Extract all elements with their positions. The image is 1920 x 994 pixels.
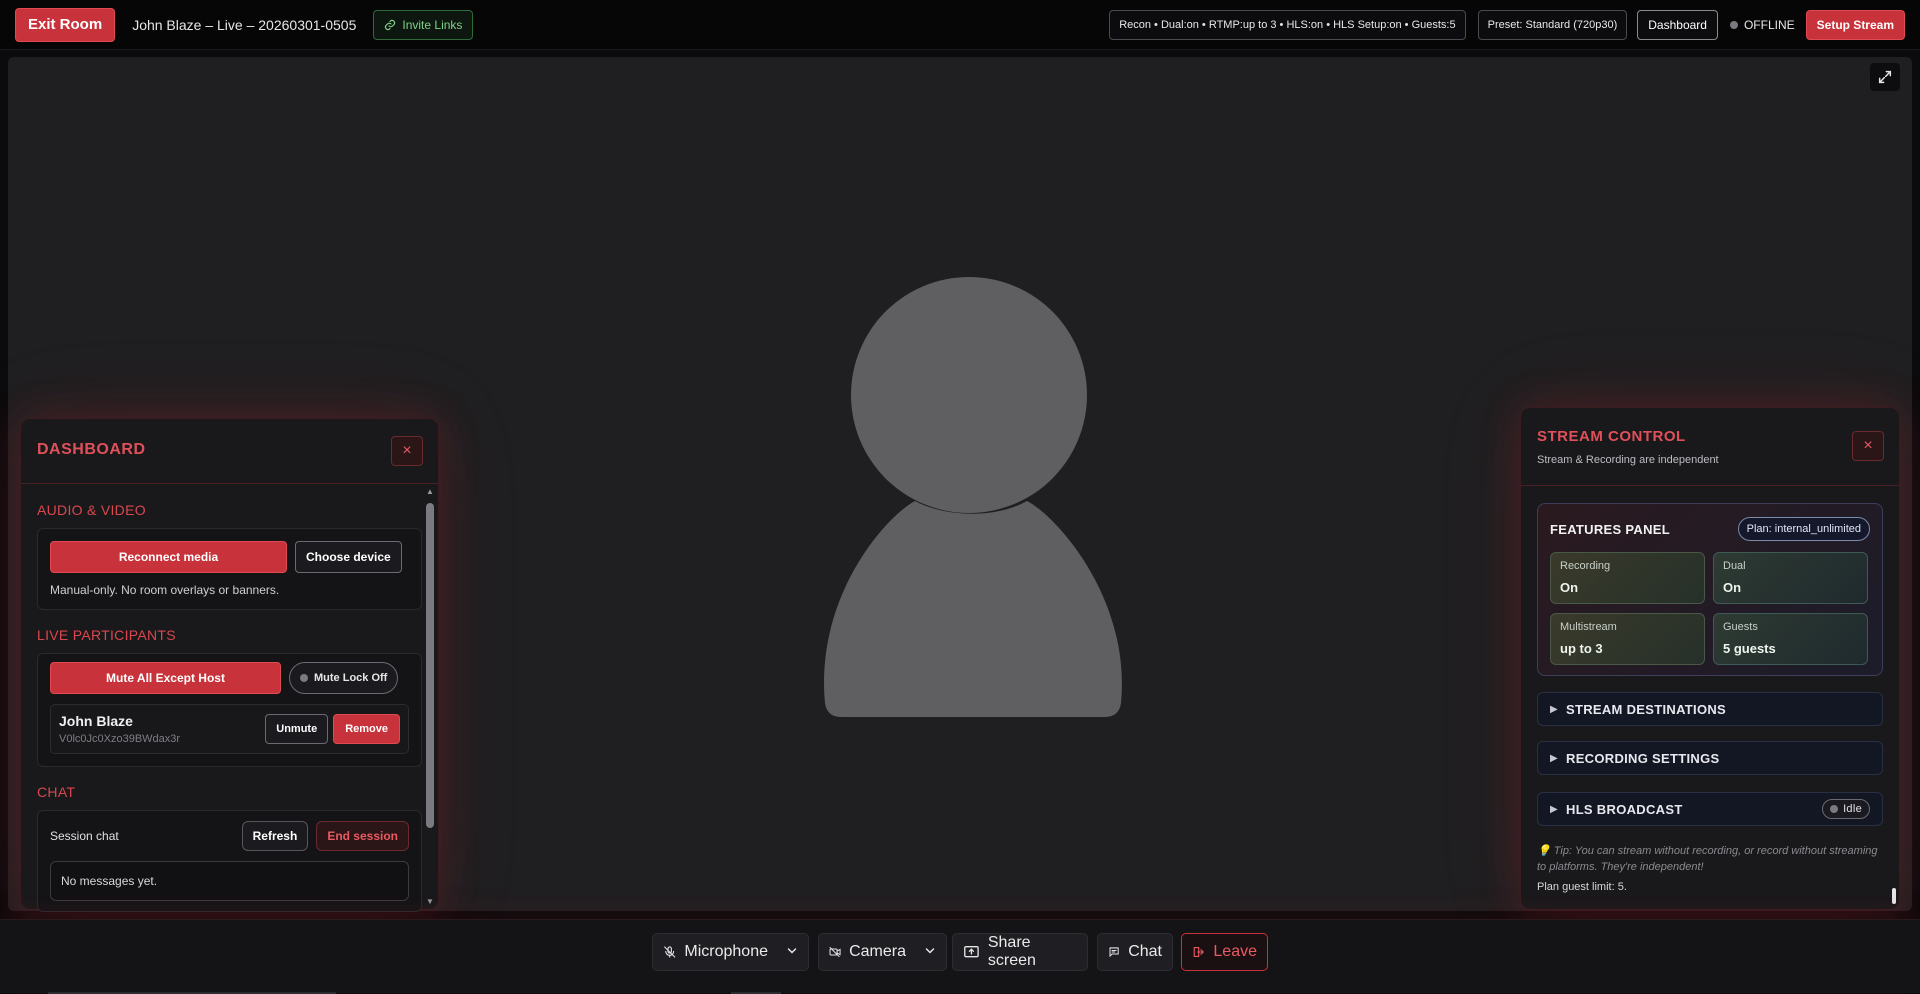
chat-refresh-button[interactable]: Refresh: [241, 821, 309, 851]
dashboard-scroll-thumb[interactable]: [426, 503, 434, 828]
chat-icon: [1109, 947, 1119, 958]
hls-status-badge: Idle: [1822, 799, 1870, 819]
stream-status-label: OFFLINE: [1743, 17, 1795, 32]
choose-device-button[interactable]: Choose device: [295, 541, 402, 573]
features-panel: FEATURES PANEL Plan: internal_unlimited …: [1537, 503, 1883, 676]
invite-links-button[interactable]: Invite Links: [373, 9, 474, 40]
features-summary-badge: Recon • Dual:on • RTMP:up to 3 • HLS:on …: [1109, 9, 1466, 40]
plan-badge: Plan: internal_unlimited: [1737, 517, 1870, 541]
camera-off-icon: [829, 946, 841, 958]
end-session-button[interactable]: End session: [316, 821, 409, 851]
participant-id: V0lc0Jc0Xzo39BWdax3r: [59, 733, 181, 745]
preset-badge[interactable]: Preset: Standard (720p30): [1477, 9, 1628, 40]
media-controls-bar: Microphone Camera Share screen Chat Leav…: [0, 919, 1920, 994]
feature-guests: Guests 5 guests: [1713, 613, 1868, 665]
leave-label: Leave: [1213, 943, 1257, 960]
hls-broadcast-toggle[interactable]: ▶ HLS BROADCAST Idle: [1537, 792, 1883, 826]
chat-label: Chat: [1128, 943, 1162, 960]
dashboard-close-button[interactable]: ×: [391, 436, 423, 466]
participant-name: John Blaze: [59, 713, 133, 729]
session-chat-label: Session chat: [50, 829, 119, 843]
chevron-down-icon[interactable]: [924, 945, 936, 960]
chat-messages: No messages yet.: [50, 861, 409, 901]
stream-control-subtitle: Stream & Recording are independent: [1537, 454, 1719, 466]
chevron-down-icon[interactable]: [786, 945, 798, 960]
chat-heading: CHAT: [37, 784, 76, 800]
dashboard-title: DASHBOARD: [37, 441, 146, 458]
expand-triangle-icon: ▶: [1550, 803, 1558, 815]
dashboard-body[interactable]: AUDIO & VIDEO Reconnect media Choose dev…: [21, 485, 438, 912]
mute-lock-dot-icon: [300, 674, 308, 682]
dashboard-scrollbar[interactable]: ▲ ▼: [425, 487, 435, 907]
live-participants-heading: LIVE PARTICIPANTS: [37, 627, 176, 643]
stream-control-panel: STREAM CONTROL Stream & Recording are in…: [1520, 407, 1900, 910]
mute-lock-toggle[interactable]: Mute Lock Off: [289, 662, 399, 694]
reconnect-media-button[interactable]: Reconnect media: [50, 541, 287, 573]
mute-all-except-host-button[interactable]: Mute All Except Host: [50, 662, 281, 694]
link-icon: [385, 19, 396, 30]
invite-links-label: Invite Links: [402, 17, 463, 32]
expand-triangle-icon: ▶: [1550, 752, 1558, 764]
status-dot-icon: [1729, 20, 1738, 29]
share-screen-button[interactable]: Share screen: [952, 933, 1088, 971]
unmute-participant-button[interactable]: Unmute: [265, 714, 329, 744]
feature-dual: Dual On: [1713, 552, 1868, 604]
hls-status-dot-icon: [1830, 805, 1839, 813]
stream-destinations-toggle[interactable]: ▶ STREAM DESTINATIONS: [1537, 692, 1883, 726]
share-screen-icon: [964, 946, 979, 958]
features-panel-title: FEATURES PANEL: [1550, 522, 1671, 537]
plan-guest-limit: Plan guest limit: 5.: [1537, 881, 1627, 893]
audio-video-hint: Manual-only. No room overlays or banners…: [50, 583, 280, 597]
stream-control-close-button[interactable]: ×: [1852, 431, 1884, 461]
stream-control-title: STREAM CONTROL: [1537, 428, 1686, 445]
recording-settings-toggle[interactable]: ▶ RECORDING SETTINGS: [1537, 741, 1883, 775]
chat-button[interactable]: Chat: [1097, 933, 1173, 971]
stream-tip: 💡 Tip: You can stream without recording,…: [1537, 845, 1878, 873]
audio-video-heading: AUDIO & VIDEO: [37, 502, 146, 518]
leave-button[interactable]: Leave: [1181, 933, 1268, 971]
feature-multistream: Multistream up to 3: [1550, 613, 1705, 665]
microphone-control[interactable]: Microphone: [652, 933, 809, 971]
user-avatar-icon: [824, 277, 1122, 717]
setup-stream-button[interactable]: Setup Stream: [1805, 9, 1905, 40]
feature-recording: Recording On: [1550, 552, 1705, 604]
chat-card: Session chat Refresh End session No mess…: [37, 810, 422, 912]
dashboard-panel: DASHBOARD × AUDIO & VIDEO Reconnect medi…: [20, 418, 439, 912]
fullscreen-button[interactable]: [1870, 63, 1900, 91]
stream-status: OFFLINE: [1729, 17, 1795, 32]
mute-lock-label: Mute Lock Off: [314, 672, 388, 684]
camera-control[interactable]: Camera: [818, 933, 947, 971]
stream-control-scrollbar[interactable]: [1892, 888, 1896, 904]
scroll-up-icon[interactable]: ▲: [425, 487, 435, 497]
participant-row: John Blaze V0lc0Jc0Xzo39BWdax3r Unmute R…: [50, 704, 409, 754]
dashboard-header: DASHBOARD ×: [21, 419, 438, 484]
expand-icon: [1878, 70, 1892, 84]
remove-participant-button[interactable]: Remove: [333, 714, 400, 744]
share-screen-label: Share screen: [987, 934, 1036, 969]
room-title: John Blaze – Live – 20260301-0505: [132, 16, 357, 33]
participants-card: Mute All Except Host Mute Lock Off John …: [37, 653, 422, 767]
expand-triangle-icon: ▶: [1550, 703, 1558, 715]
camera-label: Camera: [849, 943, 906, 960]
exit-room-button[interactable]: Exit Room: [15, 7, 116, 42]
audio-video-card: Reconnect media Choose device Manual-onl…: [37, 528, 422, 610]
microphone-label: Microphone: [684, 943, 768, 960]
microphone-off-icon: [664, 946, 676, 958]
leave-icon: [1193, 946, 1204, 958]
top-bar: Exit Room John Blaze – Live – 20260301-0…: [0, 0, 1920, 50]
dashboard-button[interactable]: Dashboard: [1637, 9, 1718, 40]
scroll-down-icon[interactable]: ▼: [425, 897, 435, 907]
